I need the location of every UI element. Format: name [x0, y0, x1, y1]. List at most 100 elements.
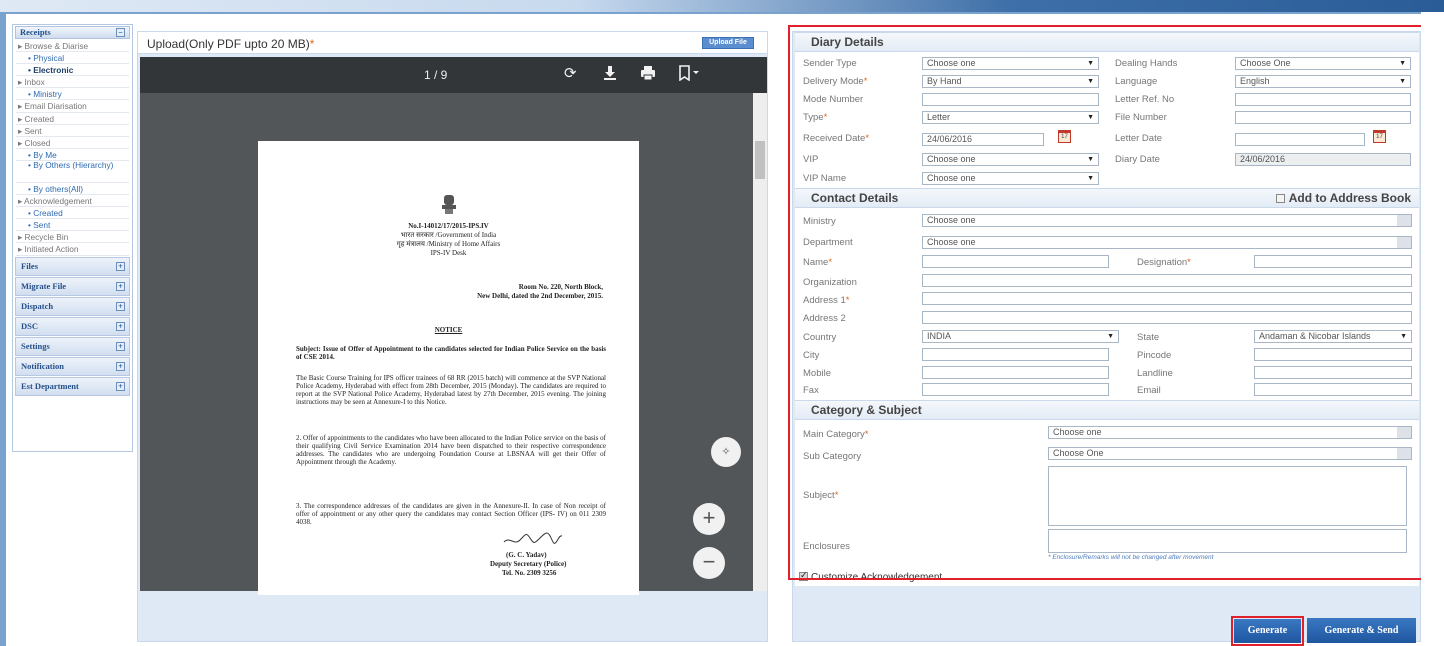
received-date-input[interactable]: 24/06/2016 — [922, 133, 1044, 146]
sidebar-item[interactable]: • By Others (Hierarchy) — [16, 161, 129, 183]
sidebar-section[interactable]: Dispatch + — [15, 296, 130, 316]
add-to-address-book[interactable]: Add to Address Book — [1275, 189, 1411, 207]
sidebar-section[interactable]: Migrate File + — [15, 276, 130, 296]
delivery-mode-select[interactable]: By Hand — [922, 75, 1099, 88]
sidebar-item-label: Initiated Action — [24, 244, 79, 255]
section-diary-details: Diary Details — [795, 32, 1419, 52]
sidebar-item[interactable]: ▸ Initiated Action — [16, 243, 129, 256]
sender-type-select[interactable]: Choose one — [922, 57, 1099, 70]
sidebar-section[interactable]: Files + — [15, 256, 130, 276]
address1-input[interactable] — [922, 292, 1412, 305]
state-select[interactable]: Andaman & Nicobar Islands — [1254, 330, 1412, 343]
required-mark: * — [865, 133, 870, 144]
required-mark: * — [309, 37, 315, 51]
type-select[interactable]: Letter — [922, 111, 1099, 124]
expand-icon[interactable]: + — [116, 361, 125, 371]
sidebar-item[interactable]: • By others(All) — [16, 183, 129, 196]
expand-icon[interactable]: + — [116, 261, 125, 271]
pincode-input[interactable] — [1254, 348, 1412, 361]
sub-category-select[interactable]: Choose One — [1048, 447, 1412, 460]
mode-number-input[interactable] — [922, 93, 1099, 106]
sidebar-item[interactable]: • Ministry — [16, 88, 129, 101]
country-select[interactable]: INDIA — [922, 330, 1119, 343]
main-category-select[interactable]: Choose one — [1048, 426, 1412, 439]
doc-para-2: 2. Offer of appointments to the candidat… — [296, 434, 606, 466]
organization-input[interactable] — [922, 274, 1412, 287]
sidebar-item[interactable]: • Created — [16, 207, 129, 220]
doc-signatory-name: (G. C. Yadav) — [506, 551, 547, 559]
pdf-scrollbar[interactable] — [753, 93, 767, 591]
letter-ref-input[interactable] — [1235, 93, 1411, 106]
zoom-in-button[interactable]: + — [693, 503, 725, 535]
sidebar-item-label: Browse & Diarise — [24, 41, 89, 51]
sidebar-section[interactable]: Est Department + — [15, 376, 130, 396]
subject-textarea[interactable] — [1048, 466, 1407, 526]
landline-input[interactable] — [1254, 366, 1412, 379]
sidebar-section[interactable]: Settings + — [15, 336, 130, 356]
expand-icon[interactable]: + — [116, 341, 125, 351]
upload-title-text: Upload(Only PDF upto 20 MB) — [147, 37, 310, 51]
sidebar-item[interactable]: ▸ Sent — [16, 125, 129, 137]
vip-name-select[interactable]: Choose one — [922, 172, 1099, 185]
language-select[interactable]: English — [1235, 75, 1411, 88]
letter-date-input[interactable] — [1235, 133, 1365, 146]
calendar-icon[interactable]: 17 — [1373, 130, 1386, 143]
department-select[interactable]: Choose one — [922, 236, 1412, 249]
email-input[interactable] — [1254, 383, 1412, 396]
print-icon[interactable] — [640, 65, 656, 86]
ministry-select[interactable]: Choose one — [922, 214, 1412, 227]
customize-ack-checkbox[interactable] — [799, 570, 808, 581]
mobile-input[interactable] — [922, 366, 1109, 379]
upload-file-button[interactable]: Upload File — [702, 37, 754, 49]
sidebar-section-label: Settings — [21, 340, 50, 351]
scrollbar-thumb[interactable] — [755, 141, 765, 179]
sidebar-item[interactable]: ▸ Inbox — [16, 76, 129, 89]
section-contact-details: Contact Details Add to Address Book — [795, 188, 1419, 208]
sidebar-item[interactable]: ▸ Browse & Diarise — [16, 40, 129, 53]
download-icon[interactable] — [603, 65, 617, 86]
sidebar-item[interactable]: • By Me — [16, 149, 129, 161]
zoom-out-button[interactable]: − — [693, 547, 725, 579]
sidebar-item[interactable]: ▸ Acknowledgement — [16, 195, 129, 208]
name-input[interactable] — [922, 255, 1109, 268]
required-mark: * — [834, 490, 839, 501]
sidebar-item[interactable]: ▸ Recycle Bin — [16, 231, 129, 244]
calendar-icon[interactable]: 17 — [1058, 130, 1071, 143]
name-text: Name — [803, 257, 829, 268]
expand-icon[interactable]: + — [116, 281, 125, 291]
generate-button[interactable]: Generate — [1231, 616, 1304, 646]
national-emblem — [258, 193, 639, 217]
city-input[interactable] — [922, 348, 1109, 361]
sidebar-item[interactable]: ▸ Closed — [16, 137, 129, 149]
vip-select[interactable]: Choose one — [922, 153, 1099, 166]
bookmark-icon[interactable] — [678, 65, 700, 86]
sidebar-item-label: By Others (Hierarchy) — [33, 160, 114, 170]
address-book-checkbox[interactable] — [1275, 194, 1285, 203]
enclosures-textarea[interactable] — [1048, 529, 1407, 553]
fax-input[interactable] — [922, 383, 1109, 396]
sidebar-section[interactable]: Notification + — [15, 356, 130, 376]
designation-input[interactable] — [1254, 255, 1412, 268]
collapse-icon[interactable]: − — [116, 28, 125, 37]
sidebar-item[interactable]: • Sent — [16, 219, 129, 232]
fit-page-icon[interactable]: ✧ — [711, 437, 741, 467]
sidebar-item[interactable]: ▸ Created — [16, 113, 129, 125]
pdf-page: No.I-14012/17/2015-IPS.IV भारत सरकार /Go… — [258, 141, 639, 601]
sidebar-item[interactable]: ▸ Email Diarisation — [16, 100, 129, 113]
address2-input[interactable] — [922, 311, 1412, 324]
sidebar-section[interactable]: DSC + — [15, 316, 130, 336]
sidebar-section-receipts[interactable]: Receipts − — [15, 26, 130, 39]
generate-send-button[interactable]: Generate & Send — [1307, 618, 1416, 643]
vip-label: VIP — [803, 154, 819, 165]
customize-ack[interactable]: Customize Acknowledgement — [799, 570, 942, 583]
expand-icon[interactable]: + — [116, 301, 125, 311]
expand-icon[interactable]: + — [116, 381, 125, 391]
dealing-hands-select[interactable]: Choose One — [1235, 57, 1411, 70]
sidebar-item[interactable]: • Physical — [16, 52, 129, 65]
file-number-input[interactable] — [1235, 111, 1411, 124]
organization-label: Organization — [803, 277, 857, 288]
section-category-subject: Category & Subject — [795, 400, 1419, 420]
expand-icon[interactable]: + — [116, 321, 125, 331]
rotate-icon[interactable]: ⟳ — [564, 65, 577, 83]
sidebar-item[interactable]: • Electronic — [16, 64, 129, 77]
